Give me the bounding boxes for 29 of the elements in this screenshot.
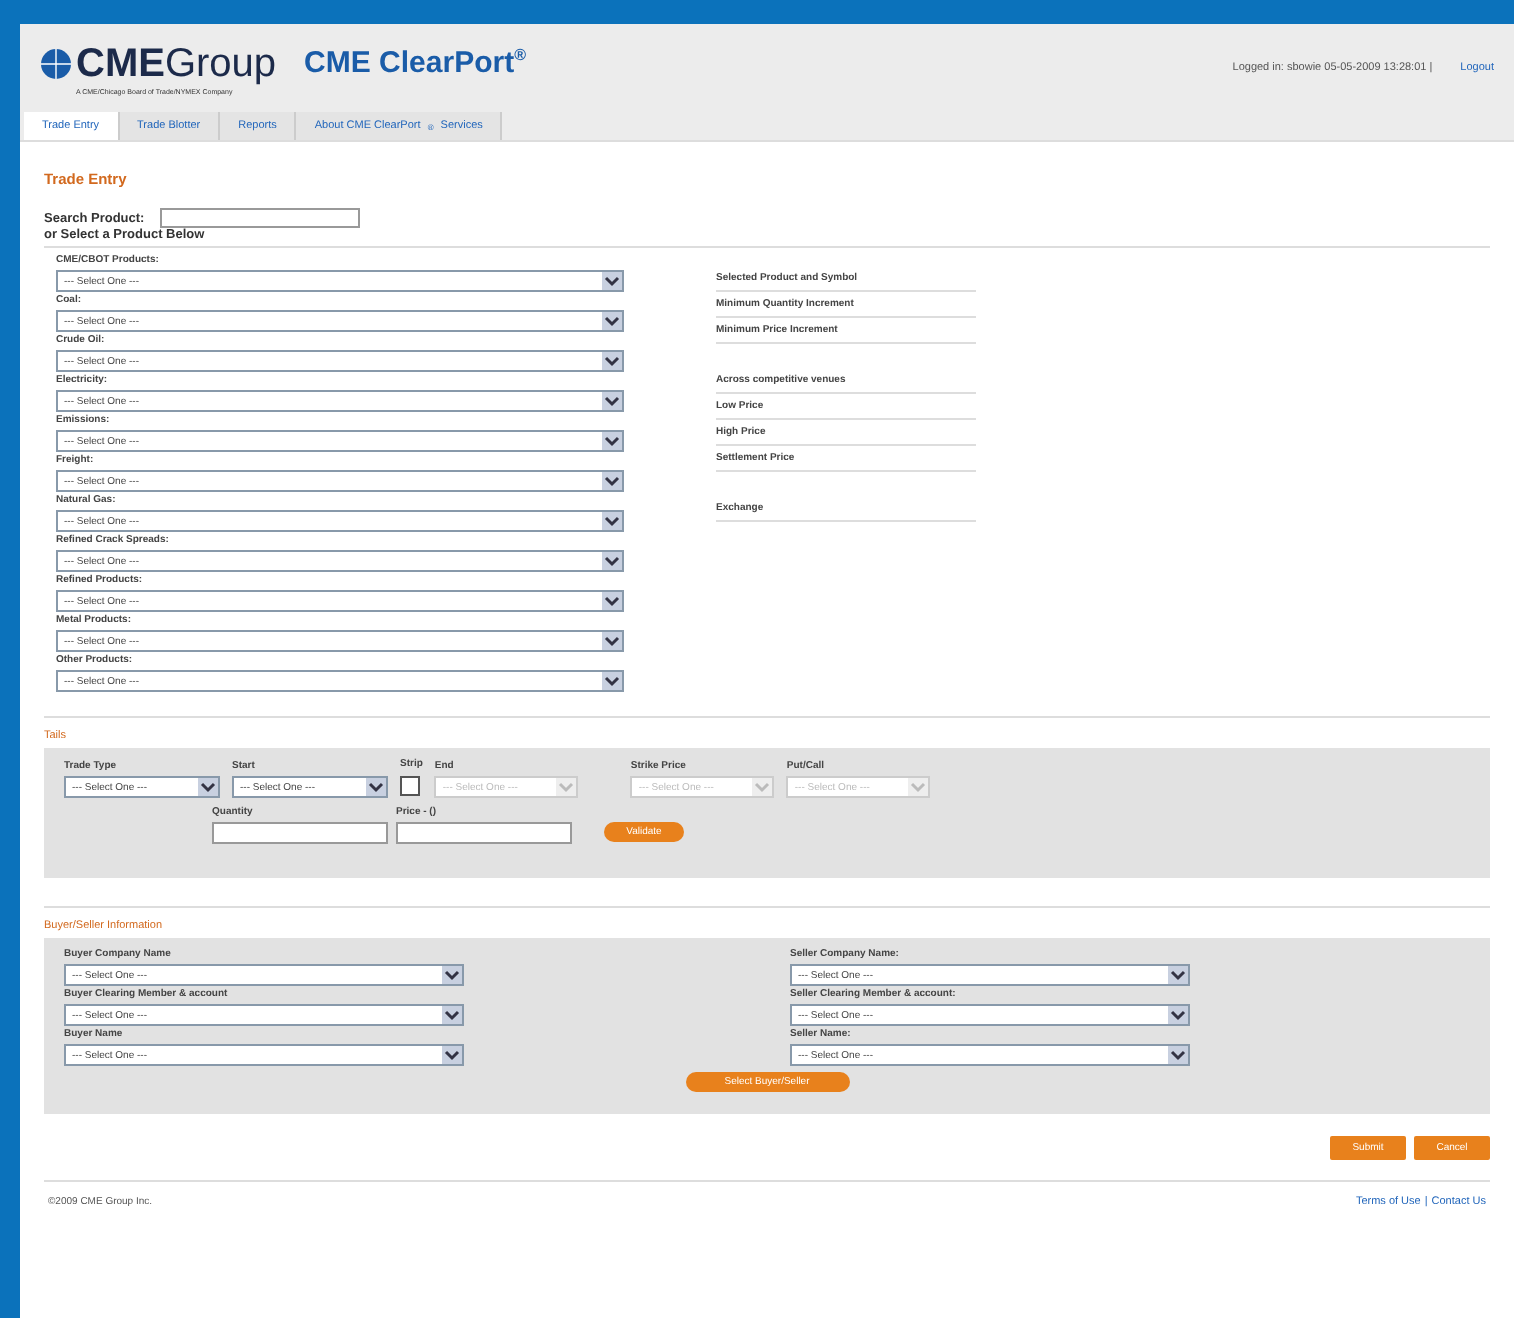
caret-icon bbox=[602, 592, 622, 610]
caret-icon bbox=[442, 1006, 462, 1024]
caret-icon bbox=[1168, 966, 1188, 984]
search-field[interactable] bbox=[160, 208, 361, 228]
caret-icon bbox=[602, 352, 622, 370]
caret-icon bbox=[602, 512, 622, 530]
caret-icon bbox=[442, 966, 462, 984]
caret-icon bbox=[752, 778, 773, 796]
caret-icon bbox=[908, 778, 929, 796]
input-field[interactable] bbox=[396, 822, 572, 844]
input-field[interactable] bbox=[212, 822, 388, 844]
caret-icon bbox=[1168, 1046, 1188, 1064]
caret-icon bbox=[442, 1046, 462, 1064]
app-title: CME ClearPort$^{®}$ bbox=[304, 45, 526, 79]
caret-icon bbox=[602, 392, 622, 410]
caret-icon bbox=[366, 778, 386, 796]
caret-icon bbox=[1168, 1006, 1188, 1024]
caret-icon bbox=[198, 778, 218, 796]
caret-icon bbox=[602, 312, 622, 330]
caret-icon bbox=[556, 778, 577, 796]
caret-icon bbox=[602, 552, 622, 570]
logo-text: CMEGroup bbox=[76, 41, 277, 87]
caret-icon bbox=[602, 472, 622, 490]
caret-icon bbox=[602, 632, 622, 650]
globe-icon bbox=[40, 48, 72, 80]
checkbox[interactable] bbox=[400, 776, 420, 796]
caret-icon bbox=[602, 432, 622, 450]
caret-icon bbox=[602, 272, 622, 290]
caret-icon bbox=[602, 672, 622, 690]
